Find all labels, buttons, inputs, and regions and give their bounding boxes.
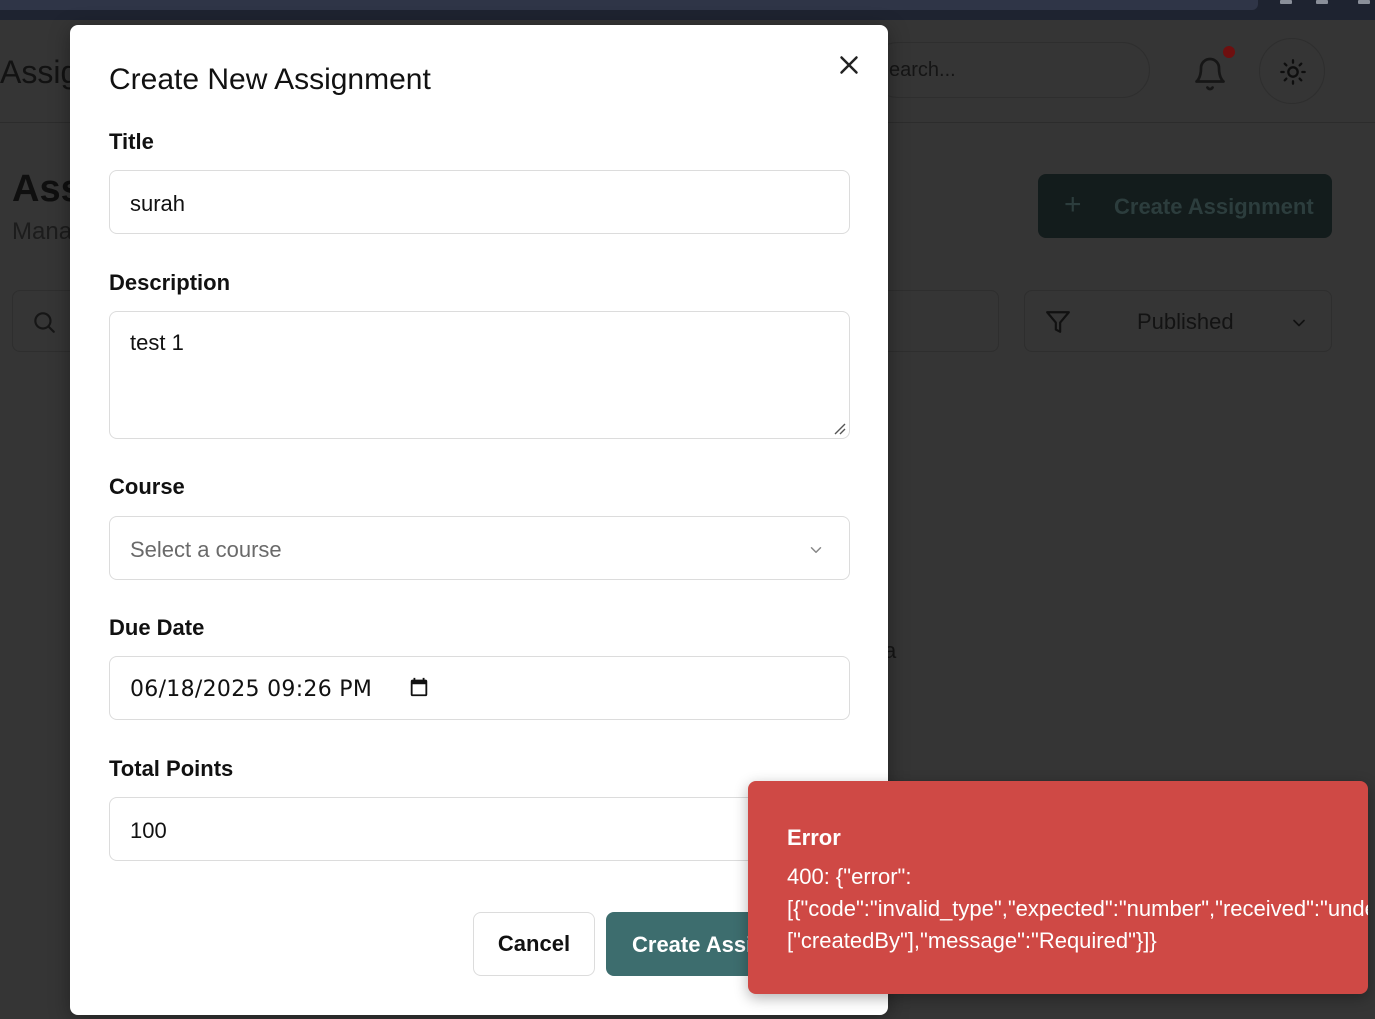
title-input-value: surah <box>130 191 186 216</box>
page-subtitle: Mana <box>12 218 73 245</box>
browser-tab-strip <box>0 0 1258 10</box>
due-date-input[interactable]: 06/18/2025 09:26 PM <box>109 656 850 720</box>
chevron-down-icon <box>1293 319 1305 327</box>
filter-icon <box>1046 311 1070 333</box>
toast-message-line: 400: {"error": <box>787 864 912 889</box>
course-placeholder: Select a course <box>130 537 282 562</box>
toast-title: Error <box>787 825 841 850</box>
error-toast: Error 400: {"error": [{"code":"invalid_t… <box>748 781 1368 994</box>
create-assignment-button[interactable]: + Create Assignment <box>1038 174 1332 238</box>
modal-title: Create New Assignment <box>109 63 431 96</box>
description-textarea[interactable]: test 1 <box>109 311 850 439</box>
global-search-input[interactable]: earch... <box>870 42 1150 98</box>
resize-handle-icon[interactable] <box>832 421 846 435</box>
calendar-icon[interactable] <box>408 676 430 698</box>
sun-icon <box>1280 59 1306 85</box>
total-points-value: 100 <box>130 818 167 843</box>
window-control[interactable] <box>1316 0 1328 4</box>
window-control[interactable] <box>1280 0 1292 4</box>
notification-dot <box>1223 46 1235 58</box>
toast-message-line: ["createdBy"],"message":"Required"}]} <box>787 928 1157 953</box>
filter-value: Published <box>1137 309 1234 334</box>
window-control[interactable] <box>1358 0 1370 4</box>
search-icon <box>34 312 55 333</box>
description-value: test 1 <box>130 330 184 355</box>
chevron-down-icon <box>810 547 822 553</box>
total-points-label: Total Points <box>109 756 234 781</box>
browser-chrome <box>0 0 1375 20</box>
search-placeholder: earch... <box>889 59 956 81</box>
due-date-value: 06/18/2025 09:26 PM <box>130 677 373 702</box>
course-select[interactable]: Select a course <box>109 516 850 580</box>
toast-message: 400: {"error": [{"code":"invalid_type","… <box>787 861 1368 957</box>
theme-toggle-button[interactable] <box>1259 38 1325 104</box>
title-input[interactable]: surah <box>109 170 850 234</box>
title-label: Title <box>109 129 154 154</box>
due-date-label: Due Date <box>109 615 205 640</box>
course-label: Course <box>109 474 185 499</box>
description-label: Description <box>109 270 231 295</box>
toast-message-line: [{"code":"invalid_type","expected":"numb… <box>787 896 1368 921</box>
status-filter-select[interactable]: Published <box>1024 290 1332 352</box>
bell-icon[interactable] <box>1192 56 1228 92</box>
app-title: Assig <box>0 54 79 90</box>
cancel-button[interactable]: Cancel <box>473 912 595 976</box>
close-icon[interactable] <box>834 50 864 80</box>
total-points-input[interactable]: 100 <box>109 797 850 861</box>
create-assignment-label: Create Assignment <box>1114 194 1314 219</box>
plus-icon: + <box>1064 188 1082 221</box>
